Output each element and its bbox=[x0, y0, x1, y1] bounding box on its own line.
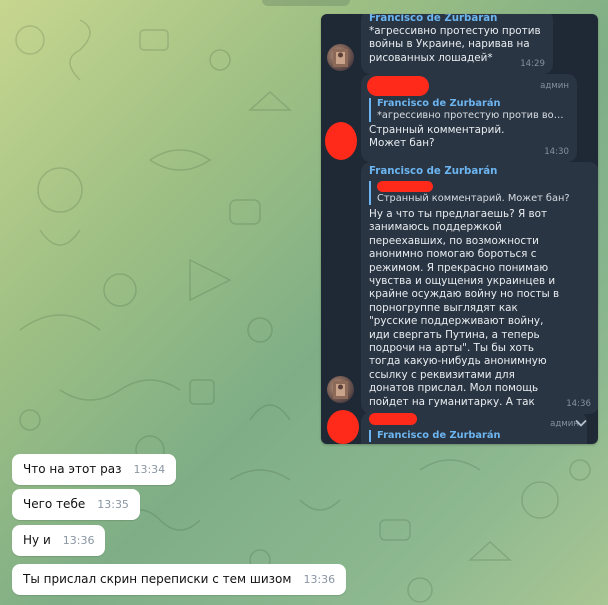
message-bubble[interactable]: Чего тебе 13:35 bbox=[12, 489, 140, 520]
message-bubble[interactable]: Что на этот раз 13:34 bbox=[12, 454, 177, 485]
sender-avatar bbox=[327, 44, 354, 71]
message-text: Что на этот раз bbox=[23, 462, 122, 476]
forwarded-screenshot-image[interactable]: Francisco de Zurbarán *агрессивно протес… bbox=[321, 14, 598, 444]
redacted-avatar bbox=[327, 410, 359, 444]
message-time: 14:29 bbox=[520, 58, 545, 69]
sender-name[interactable]: Francisco de Zurbarán bbox=[369, 14, 545, 25]
reply-text: *агрессивно протестую против войн... bbox=[377, 110, 569, 121]
sender-avatar bbox=[327, 376, 354, 403]
chat-background: Francisco de Zurbarán *агрессивно протес… bbox=[0, 0, 608, 605]
message-bubble[interactable]: Ты прислал скрин переписки с тем шизом 13… bbox=[12, 564, 347, 595]
message-text: Ты прислал скрин переписки с тем шизом bbox=[23, 572, 292, 586]
redacted-reply-author bbox=[377, 181, 433, 192]
message-time: 14:30 bbox=[544, 146, 569, 157]
message-time: 14:36 bbox=[566, 398, 591, 409]
message-text: Ну а что ты предлагаешь? Я вот занимаюсь… bbox=[369, 208, 560, 421]
message-bubble-1[interactable]: Francisco de Zurbarán *агрессивно протес… bbox=[361, 14, 553, 74]
reply-preview[interactable]: Francisco de Zurbarán bbox=[369, 430, 579, 442]
message-time: 13:34 bbox=[133, 463, 166, 476]
message-time: 13:36 bbox=[62, 534, 95, 547]
redacted-avatar bbox=[325, 122, 357, 160]
date-pill bbox=[262, 0, 350, 6]
redacted-name bbox=[369, 413, 417, 425]
message-text: Странный комментарий. Может бан? bbox=[369, 124, 505, 150]
message-text: Ну и bbox=[23, 533, 51, 547]
message-bubble-3[interactable]: Francisco de Zurbarán Странный комментар… bbox=[361, 162, 598, 421]
message-bubble-4[interactable]: админ Francisco de Zurbarán bbox=[361, 412, 587, 444]
sender-name[interactable]: Francisco de Zurbarán bbox=[369, 166, 591, 178]
reply-preview[interactable]: Francisco de Zurbarán *агрессивно протес… bbox=[369, 98, 569, 122]
admin-badge: админ bbox=[540, 81, 569, 91]
message-text: Чего тебе bbox=[23, 497, 86, 511]
message-text: *агрессивно протестую против войны в Укр… bbox=[369, 25, 541, 64]
message-time: 13:35 bbox=[97, 498, 129, 511]
reply-text: Странный комментарий. Может бан? bbox=[377, 193, 570, 204]
reply-preview[interactable]: Странный комментарий. Может бан? bbox=[369, 181, 591, 205]
redacted-name bbox=[367, 76, 429, 96]
message-bubble[interactable]: Ну и 13:36 bbox=[12, 525, 106, 556]
chevron-down-icon[interactable] bbox=[572, 416, 590, 434]
reply-author: Francisco de Zurbarán bbox=[377, 98, 501, 109]
reply-author: Francisco de Zurbarán bbox=[377, 430, 501, 441]
message-time: 13:36 bbox=[303, 573, 336, 586]
message-bubble-2[interactable]: админ Francisco de Zurbarán *агрессивно … bbox=[361, 74, 577, 162]
